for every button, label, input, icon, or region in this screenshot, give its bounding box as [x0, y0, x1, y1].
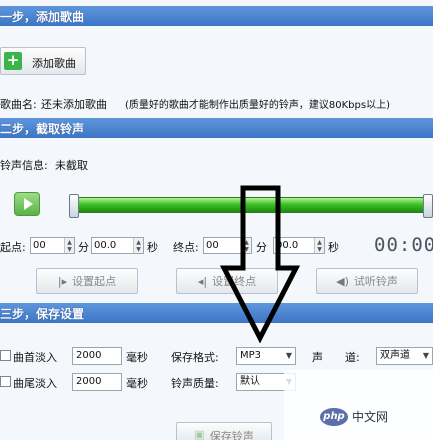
php-logo: php — [320, 408, 348, 426]
watermark-overlay: php 中文网 — [284, 370, 433, 440]
watermark-site: 中文网 — [352, 410, 389, 424]
